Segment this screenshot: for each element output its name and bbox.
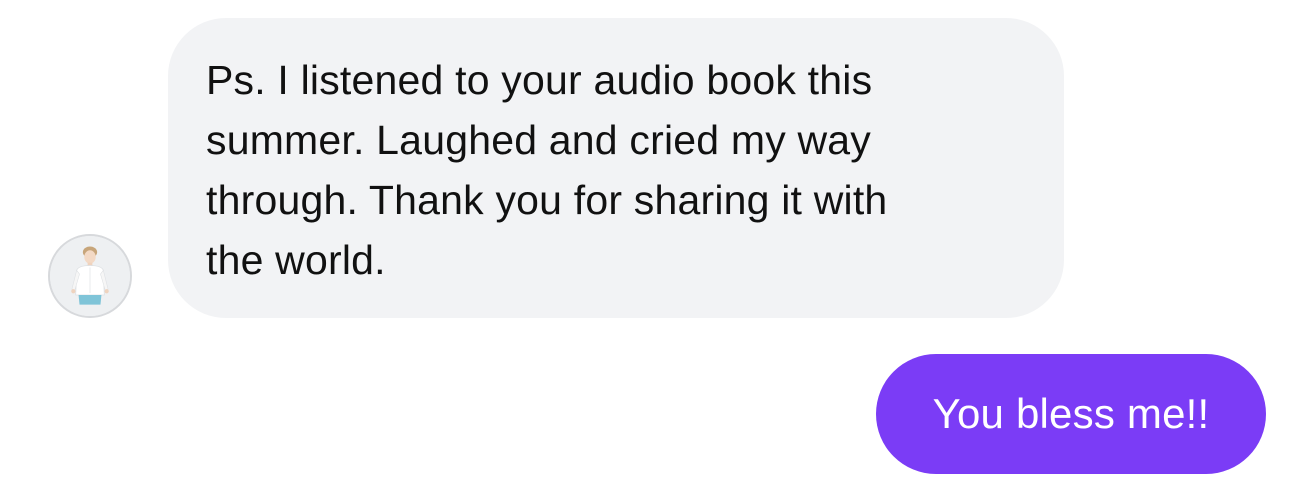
profile-photo-icon — [50, 236, 130, 316]
incoming-message-text: Ps. I listened to your audio book this s… — [206, 57, 888, 283]
sender-avatar[interactable] — [48, 234, 132, 318]
outgoing-message-bubble[interactable]: You bless me!! — [876, 354, 1266, 474]
message-thread: Ps. I listened to your audio book this s… — [0, 0, 1290, 489]
incoming-message-bubble[interactable]: Ps. I listened to your audio book this s… — [168, 18, 1064, 318]
outgoing-message-text: You bless me!! — [932, 390, 1210, 437]
